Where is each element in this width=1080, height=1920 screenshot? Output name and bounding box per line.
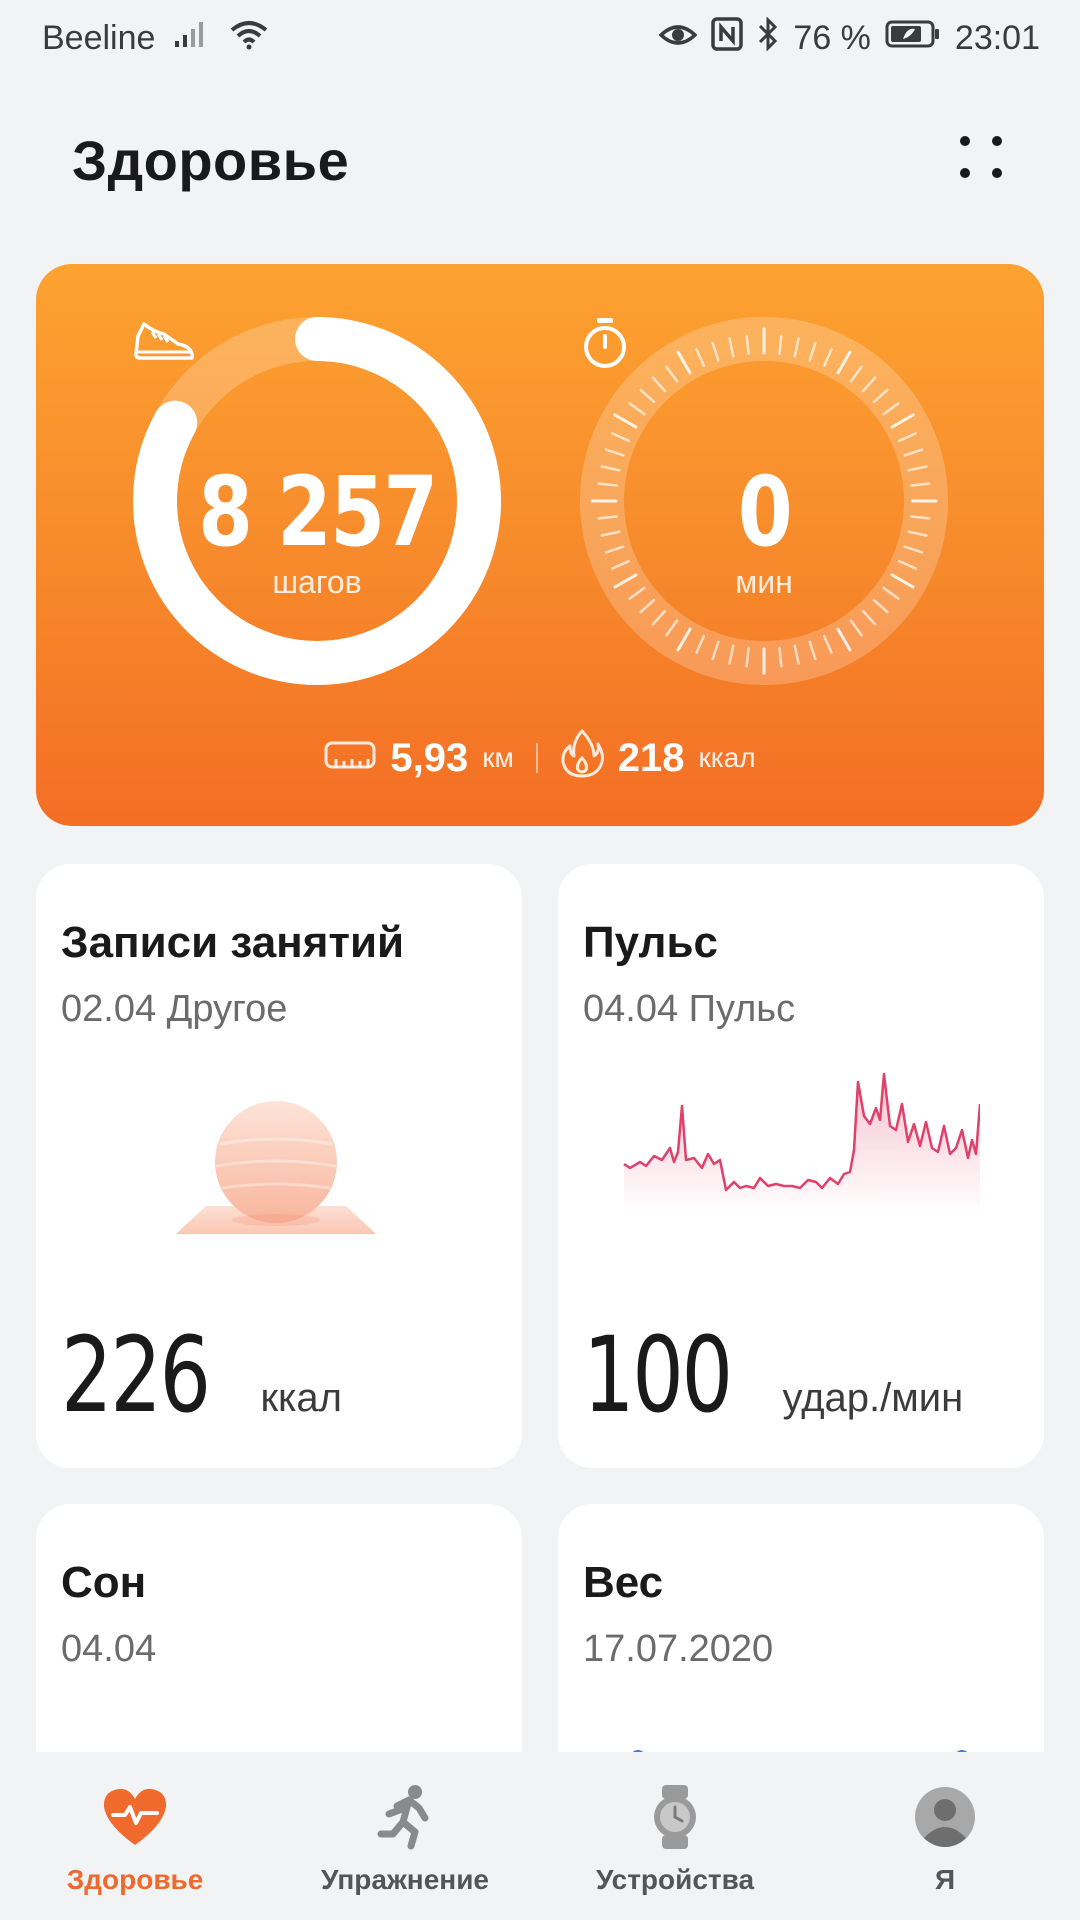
steps-unit: шагов [272,563,362,600]
distance-value: 5,93 [390,735,469,780]
heart-rate-value: 100 удар./мин [583,1314,963,1436]
status-right: 76 % 23:01 [658,15,1040,60]
steps-ring[interactable]: 8 257 шагов [132,316,502,686]
stats-divider [535,743,538,773]
bluetooth-icon [757,15,779,60]
nav-devices-label: Устройства [595,1864,755,1895]
heart-pulse-icon [101,1782,169,1852]
nav-exercise[interactable]: Упражнение [270,1752,540,1920]
minutes-ring[interactable]: 0 мин [579,316,949,686]
page-title: Здоровье [72,128,350,192]
profile-icon [914,1782,976,1852]
calories-value: 218 [617,735,685,780]
activity-stats: 5,93 км 218 ккал [36,728,1044,788]
ruler-icon [324,736,376,781]
workout-records-value: 226 ккал [61,1314,342,1436]
status-bar: Beeline 76 % 23:01 [0,0,1080,76]
battery-percent: 76 % [793,18,871,57]
sleep-title: Сон [61,1558,147,1607]
nav-me-label: Я [934,1864,956,1895]
clock: 23:01 [954,18,1040,57]
activity-card[interactable]: 8 257 шагов 0 мин 5,93 км 218 ккал [36,264,1044,826]
nav-health[interactable]: Здоровье [0,1752,270,1920]
weight-title: Вес [583,1558,664,1607]
heart-rate-title: Пульс [583,918,718,967]
nfc-icon [711,16,744,60]
weight-subtitle: 17.07.2020 [583,1628,774,1670]
watch-icon [650,1782,700,1852]
minutes-content: 0 мин [579,316,949,686]
signal-icon [173,19,211,58]
nav-devices[interactable]: Устройства [540,1752,810,1920]
workout-calories-unit: ккал [260,1376,342,1420]
distance-stat: 5,93 км [324,735,514,781]
status-left: Beeline [42,18,269,59]
heart-rate-sparkline [620,1064,982,1219]
nav-exercise-label: Упражнение [321,1864,489,1895]
heart-rate-card[interactable]: Пульс 04.04 Пульс 100 удар./мин [558,864,1044,1468]
flame-icon [560,728,604,788]
carrier-name: Beeline [42,18,156,57]
dots-icon [960,136,970,146]
calories-unit: ккал [698,742,756,773]
heart-rate-unit: удар./мин [782,1376,964,1420]
battery-icon [885,19,941,58]
workout-calories-number: 226 [61,1314,211,1436]
steps-value: 8 257 [197,455,438,568]
nav-health-label: Здоровье [66,1864,204,1895]
nav-me[interactable]: Я [810,1752,1080,1920]
heart-rate-subtitle: 04.04 Пульс [583,988,796,1030]
app-header: Здоровье [0,100,1080,220]
steps-content: 8 257 шагов [132,316,502,686]
calories-stat: 218 ккал [560,728,756,788]
distance-unit: км [482,742,514,773]
wifi-icon [229,18,269,59]
minutes-value: 0 [737,455,792,568]
sleep-subtitle: 04.04 [61,1628,157,1670]
eye-comfort-icon [658,19,698,58]
card-edit-menu-button[interactable] [950,130,1010,190]
workout-records-card[interactable]: Записи занятий 02.04 Другое 226 ккал [36,864,522,1468]
bottom-navigation: Здоровье Упражнение Устройства Я [0,1752,1080,1920]
workout-records-title: Записи занятий [61,918,405,967]
workout-records-subtitle: 02.04 Другое [61,988,288,1030]
fitness-ball-illustration [146,1094,406,1259]
heart-rate-number: 100 [583,1314,733,1436]
running-icon [375,1782,435,1852]
minutes-unit: мин [735,563,793,600]
